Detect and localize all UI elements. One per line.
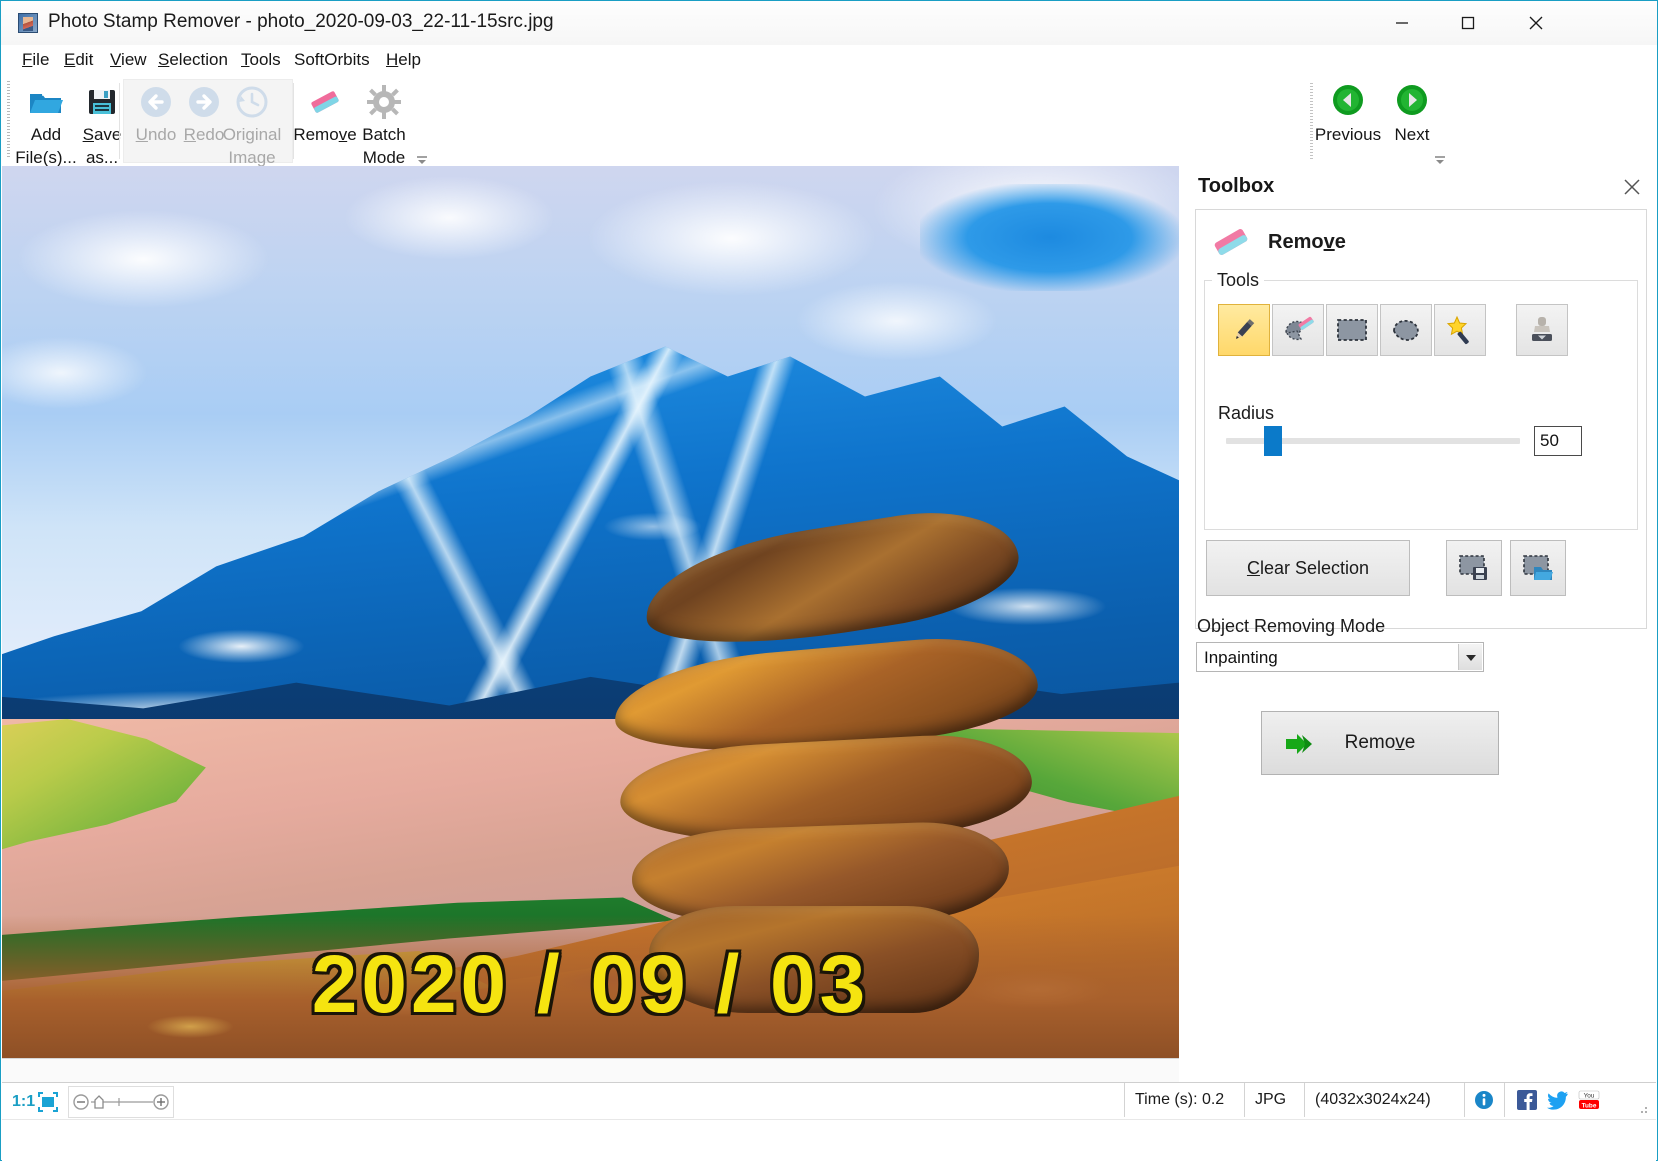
toolbox-mode-label: Remove <box>1268 231 1346 254</box>
tool-magic-wand[interactable] <box>1434 304 1486 356</box>
status-separator-1 <box>1464 1083 1465 1117</box>
menu-item-help[interactable]: Help <box>381 48 426 72</box>
status-dimensions: (4032x3024x24) <box>1304 1083 1464 1117</box>
tool-eraser-brush[interactable] <box>1272 304 1324 356</box>
blue-sky-patch <box>920 184 1179 291</box>
status-separator-2 <box>1504 1083 1505 1117</box>
open-folder-icon <box>27 83 65 121</box>
toolbar-overflow-icon[interactable] <box>415 153 429 165</box>
radius-value-input[interactable]: 50 <box>1534 426 1582 456</box>
maximize-button[interactable] <box>1445 7 1491 39</box>
youtube-icon[interactable]: You Tube <box>1578 1089 1600 1111</box>
canvas-bottom-strip <box>2 1058 1179 1083</box>
radius-label: Radius <box>1218 403 1274 424</box>
undo-arrow-icon <box>137 83 175 121</box>
green-right-arrow-icon <box>1393 83 1431 121</box>
status-time: Time (s): 0.2 <box>1124 1083 1244 1117</box>
application-window: Photo Stamp Remover - photo_2020-09-03_2… <box>0 0 1658 1161</box>
zoom-slider[interactable] <box>68 1086 174 1118</box>
next-label: Next <box>1369 123 1455 146</box>
toolbar-separator-1 <box>119 83 120 159</box>
main-toolbar: AddFile(s)... Saveas... <box>1 75 1657 165</box>
tool-pencil[interactable] <box>1218 304 1270 356</box>
tool-clone-stamp[interactable] <box>1516 304 1568 356</box>
info-icon[interactable] <box>1474 1090 1494 1110</box>
status-format: JPG <box>1244 1083 1304 1117</box>
object-removing-mode-select[interactable]: Inpainting <box>1196 642 1484 672</box>
menu-item-selection[interactable]: Selection <box>153 48 233 72</box>
remove-action-label: Remove <box>1262 712 1498 774</box>
toolbar-separator-2 <box>293 83 294 159</box>
status-bar: 1:1 Time (s): 0. <box>2 1082 1656 1161</box>
menu-item-view[interactable]: View <box>105 48 152 72</box>
cairn-rock-5 <box>649 906 979 1013</box>
menu-item-edit[interactable]: Edit <box>59 48 98 72</box>
clear-selection-button[interactable]: Clear Selection <box>1206 540 1410 596</box>
load-selection-button[interactable] <box>1510 540 1566 596</box>
image-canvas[interactable]: 2020 / 09 / 03 <box>2 166 1179 1058</box>
app-photo-icon <box>18 13 38 33</box>
chevron-down-icon[interactable] <box>1458 644 1482 670</box>
menu-item-file[interactable]: File <box>17 48 54 72</box>
mountain-cairn-photo[interactable]: 2020 / 09 / 03 <box>2 166 1179 1058</box>
eraser-icon <box>1210 222 1252 262</box>
title-bar: Photo Stamp Remover - photo_2020-09-03_2… <box>1 1 1657 45</box>
toolbox-title: Toolbox <box>1198 175 1274 198</box>
object-removing-mode-label: Object Removing Mode <box>1197 616 1385 637</box>
tool-rectangle-select[interactable] <box>1326 304 1378 356</box>
window-title: Photo Stamp Remover - photo_2020-09-03_2… <box>48 11 554 33</box>
toolbox-body: Remove Tools <box>1195 209 1647 629</box>
close-button[interactable] <box>1513 7 1559 39</box>
object-removing-mode-value: Inpainting <box>1204 648 1278 668</box>
remove-action-button[interactable]: Remove <box>1261 711 1499 775</box>
original-image-button[interactable]: OriginalImage <box>221 79 283 163</box>
gear-icon <box>365 83 403 121</box>
batch-mode-button[interactable]: BatchMode <box>353 79 415 163</box>
minimize-button[interactable] <box>1379 7 1425 39</box>
save-selection-button[interactable] <box>1446 540 1502 596</box>
tools-group-label: Tools <box>1212 270 1264 291</box>
floppy-save-icon <box>83 83 121 121</box>
zoom-ratio-label[interactable]: 1:1 <box>12 1093 35 1111</box>
eraser-icon <box>306 83 344 121</box>
nav-toolbar-overflow-icon[interactable] <box>1433 153 1447 165</box>
menu-bar: File Edit View Selection Tools SoftOrbit… <box>1 45 1657 75</box>
redo-arrow-icon <box>185 83 223 121</box>
green-left-arrow-icon <box>1329 83 1367 121</box>
facebook-icon[interactable] <box>1516 1089 1538 1111</box>
next-button[interactable]: Next <box>1381 79 1443 163</box>
previous-button[interactable]: Previous <box>1317 79 1379 163</box>
clock-history-icon <box>233 83 271 121</box>
toolbox-close-icon[interactable] <box>1621 176 1643 198</box>
svg-text:Tube: Tube <box>1582 1102 1597 1109</box>
twitter-icon[interactable] <box>1547 1089 1569 1111</box>
tool-lasso-select[interactable] <box>1380 304 1432 356</box>
menu-item-tools[interactable]: Tools <box>236 48 286 72</box>
fit-to-window-icon[interactable] <box>36 1090 60 1114</box>
nav-toolbar-drag-handle[interactable] <box>1310 83 1313 159</box>
svg-text:You: You <box>1584 1093 1595 1100</box>
status-bottom-divider <box>2 1119 1656 1120</box>
resize-grip[interactable] <box>1636 1101 1648 1113</box>
menu-item-softorbits[interactable]: SoftOrbits <box>289 48 375 72</box>
radius-slider-thumb[interactable] <box>1264 426 1282 456</box>
foreground-rocks <box>2 915 1179 1058</box>
toolbox-panel: Toolbox Remove Tools <box>1181 166 1657 1082</box>
